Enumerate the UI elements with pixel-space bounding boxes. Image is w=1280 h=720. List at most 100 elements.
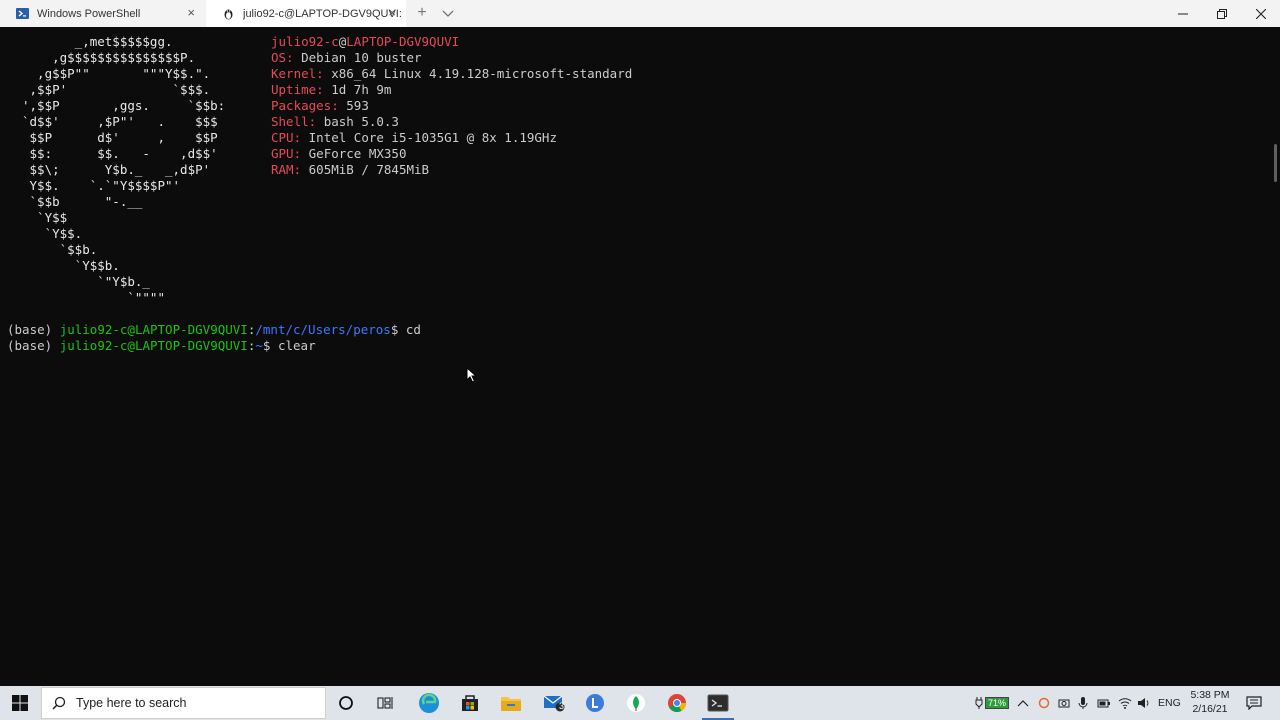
- battery-tray-icon: [1097, 699, 1110, 708]
- store-button[interactable]: [450, 686, 490, 720]
- task-view-icon: [377, 697, 393, 709]
- battery-indicator[interactable]: 71%: [975, 686, 1010, 720]
- info-key: RAM:: [271, 162, 302, 177]
- logo-line: `Y$$.: [22, 226, 83, 241]
- info-uptime: Uptime: 1d 7h 9m: [271, 82, 391, 98]
- logo-line: Y$$. `.`"Y$$$$P"': [22, 178, 181, 193]
- mongodb-leaf-icon: [627, 694, 645, 712]
- edge-button[interactable]: [409, 686, 449, 720]
- prompt-path: /mnt/c/Users/peros: [255, 322, 391, 337]
- store-icon: [462, 695, 478, 711]
- language-label: ENG: [1158, 697, 1181, 709]
- info-value: 593: [346, 98, 369, 113]
- tray-app[interactable]: [1038, 686, 1050, 720]
- prompt-userhost: julio92-c@LAPTOP-DGV9QUVI: [59, 322, 248, 337]
- info-value: Intel Core i5-1035G1 @ 8x 1.19GHz: [308, 130, 557, 145]
- prompt-userhost: julio92-c@LAPTOP-DGV9QUVI: [59, 338, 248, 353]
- powershell-icon: [16, 7, 29, 20]
- info-value: bash 5.0.3: [323, 114, 399, 129]
- tab-windows-powershell[interactable]: Windows PowerShell ×: [0, 0, 205, 27]
- cortana-circle-icon: [339, 696, 353, 710]
- search-input[interactable]: [74, 695, 298, 711]
- logo-line: ,g$$P"" """Y$$.".: [22, 66, 211, 81]
- command-text: cd: [405, 322, 421, 337]
- chrome-button[interactable]: [657, 686, 697, 720]
- minimize-icon: [1178, 13, 1188, 14]
- action-center-button[interactable]: [1246, 686, 1262, 720]
- command-text: clear: [277, 338, 316, 353]
- info-value: 605MiB / 7845MiB: [308, 162, 430, 177]
- prompt-symbol: $: [390, 322, 399, 337]
- scrollbar-thumb[interactable]: [1274, 144, 1277, 182]
- clock-time: 5:38 PM: [1190, 689, 1230, 701]
- info-value: x86_64 Linux 4.19.128-microsoft-standard: [331, 66, 633, 81]
- close-window-button[interactable]: [1238, 0, 1280, 27]
- logo-line: `$$b.: [22, 242, 98, 257]
- prompt-line: (base) julio92-c@LAPTOP-DGV9QUVI:/mnt/c/…: [7, 322, 421, 338]
- chevron-down-icon[interactable]: [440, 5, 456, 21]
- show-hidden-icons-button[interactable]: [1017, 686, 1029, 720]
- microphone-icon: [1078, 697, 1088, 709]
- info-shell: Shell: bash 5.0.3: [271, 114, 399, 130]
- info-kernel: Kernel: x86_64 Linux 4.19.128-microsoft-…: [271, 66, 632, 82]
- conda-env: (base): [7, 322, 53, 337]
- info-gpu: GPU: GeForce MX350: [271, 146, 406, 162]
- taskbar-search[interactable]: [41, 687, 326, 719]
- info-key: Kernel:: [271, 66, 324, 81]
- tray-app[interactable]: [1097, 686, 1111, 720]
- wifi-button[interactable]: [1118, 686, 1132, 720]
- volume-button[interactable]: [1137, 686, 1151, 720]
- info-packages: Packages: 593: [271, 98, 369, 114]
- close-tab-icon[interactable]: ×: [187, 6, 195, 20]
- host-name: LAPTOP-DGV9QUVI: [346, 34, 460, 49]
- clock-date: 2/16/21: [1192, 703, 1228, 715]
- antivirus-tray-icon: [1038, 697, 1050, 709]
- logo-line: ,g$$$$$$$$$$$$$$$P.: [22, 50, 196, 65]
- taskbar: 3 71% ENG 5:38 PM 2/16/21: [0, 686, 1280, 720]
- search-icon: [52, 696, 66, 710]
- prompt-symbol: $: [262, 338, 271, 353]
- windows-terminal-button[interactable]: [698, 686, 738, 720]
- conda-env: (base): [7, 338, 53, 353]
- chevron-up-icon: [1017, 700, 1029, 707]
- l-app-button[interactable]: [575, 686, 615, 720]
- userhost-header: julio92-c@LAPTOP-DGV9QUVI: [271, 34, 459, 50]
- new-tab-button[interactable]: +: [414, 4, 430, 22]
- tray-app[interactable]: [1058, 686, 1070, 720]
- task-view-button[interactable]: [366, 686, 406, 720]
- mouse-pointer-icon: [466, 367, 478, 383]
- language-indicator[interactable]: ENG: [1158, 686, 1181, 720]
- battery-percent: 71%: [985, 697, 1010, 709]
- info-key: Uptime:: [271, 82, 324, 97]
- info-key: OS:: [271, 50, 294, 65]
- linux-penguin-icon: [222, 7, 235, 20]
- title-bar: Windows PowerShell × julio92-c@LAPTOP-DG…: [0, 0, 1280, 28]
- logo-line: _,met$$$$$gg.: [22, 34, 173, 49]
- start-button[interactable]: [0, 686, 40, 720]
- cortana-button[interactable]: [326, 686, 366, 720]
- logo-line: `Y$$: [22, 210, 68, 225]
- l-app-icon: [586, 694, 604, 712]
- tray-app[interactable]: [1077, 686, 1089, 720]
- logo-line: $$P d$' , $$P: [22, 130, 218, 145]
- logo-line: `d$$' ,$P"' . $$$: [22, 114, 218, 129]
- logo-line: `"Y$b._: [22, 274, 150, 289]
- logo-line: `Y$$b.: [22, 258, 120, 273]
- info-value: 1d 7h 9m: [331, 82, 392, 97]
- close-tab-icon[interactable]: ×: [388, 6, 396, 20]
- logo-line: `"""": [22, 290, 165, 305]
- terminal-output[interactable]: _,met$$$$$gg. ,g$$$$$$$$$$$$$$$P. ,g$$P"…: [0, 27, 1280, 686]
- info-value: GeForce MX350: [308, 146, 407, 161]
- clock[interactable]: 5:38 PM 2/16/21: [1181, 688, 1239, 716]
- info-ram: RAM: 605MiB / 7845MiB: [271, 162, 429, 178]
- tab-title: julio92-c@LAPTOP-DGV9QUVI:: [243, 7, 402, 20]
- notifications-icon: [1246, 696, 1262, 710]
- mongodb-button[interactable]: [616, 686, 656, 720]
- mail-button[interactable]: 3: [534, 686, 574, 720]
- info-key: GPU:: [271, 146, 302, 161]
- tab-debian-terminal[interactable]: julio92-c@LAPTOP-DGV9QUVI: ×: [206, 0, 406, 27]
- file-explorer-button[interactable]: [491, 686, 531, 720]
- close-icon: [1256, 8, 1266, 19]
- info-key: Packages:: [271, 98, 339, 113]
- restore-icon: [1217, 8, 1227, 19]
